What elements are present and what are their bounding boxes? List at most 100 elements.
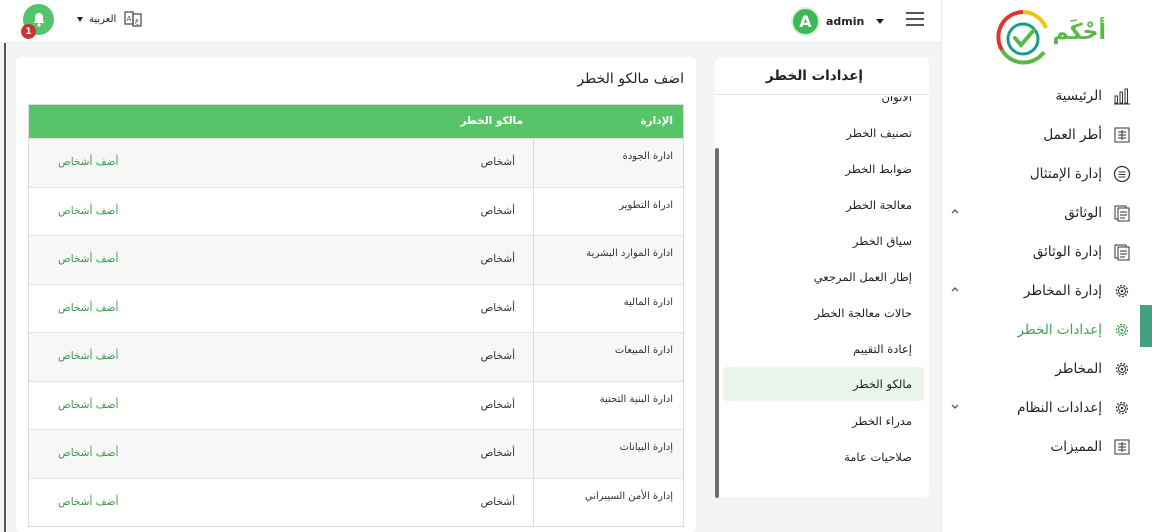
persons-cell: أشخاص	[480, 253, 515, 265]
settings-item[interactable]: تصنيف الخطر	[722, 116, 912, 150]
add-persons-link[interactable]: أضف أشخاص	[58, 496, 118, 508]
document-grid-icon	[1114, 127, 1130, 142]
department-cell: إدارة الأمن السيبراني	[533, 478, 683, 526]
add-persons-link[interactable]: أضف أشخاص	[58, 350, 118, 362]
sidebar-item-label: إعدادات النظام	[1017, 399, 1102, 416]
settings-item[interactable]: الأثوان	[722, 96, 912, 114]
settings-list: الأثوان تصنيف الخطر ضوابط الخطر معالجة ا…	[715, 96, 929, 496]
sidebar-item-risk-management[interactable]: إدارة المخاطر	[941, 271, 1152, 310]
risk-settings-panel: إعدادات الخطر الأثوان تصنيف الخطر ضوابط …	[715, 57, 929, 498]
table-row: ادارة المبيعات أشخاص أضف أشخاص	[29, 332, 683, 381]
add-persons-link[interactable]: أضف أشخاص	[58, 399, 118, 411]
list-circle-icon	[1113, 165, 1131, 182]
sidebar-item-risks[interactable]: المخاطر	[941, 349, 1152, 388]
risk-owners-table: الإدارة مالكو الخطر ادارة الجودة أشخاص أضف…	[28, 104, 684, 527]
add-persons-link[interactable]: أضف أشخاص	[58, 302, 118, 314]
sidebar-item-label: المخاطر	[1055, 360, 1102, 377]
logo-mark-icon	[996, 10, 1048, 65]
chevron-down-icon	[77, 16, 83, 22]
settings-item[interactable]: حالات معالجة الخطر	[722, 296, 912, 330]
settings-item[interactable]: مدراء الخطر	[722, 404, 912, 438]
add-persons-link[interactable]: أضف أشخاص	[58, 447, 118, 459]
column-header-department: الإدارة	[640, 115, 673, 127]
sidebar-nav: الرئيسية أطر العمل إدارة الإمتثال الوثائ…	[941, 76, 1152, 466]
bell-icon	[33, 13, 44, 27]
settings-item[interactable]: إعادة التقييم	[722, 332, 912, 366]
logo-text: أحْكَم	[1052, 20, 1106, 45]
documents-icon	[1114, 205, 1130, 221]
persons-cell: أشخاص	[480, 398, 515, 411]
sidebar-item-label: إدارة المخاطر	[1023, 282, 1102, 299]
persons-cell: أشخاص	[480, 301, 515, 314]
persons-cell: أشخاص	[480, 156, 515, 168]
table-header: الإدارة مالكو الخطر	[29, 105, 683, 138]
svg-text:ع: ع	[135, 17, 140, 25]
sidebar-item-label: الوثائق	[1064, 204, 1102, 221]
sidebar-item-compliance[interactable]: إدارة الإمتثال	[941, 154, 1152, 193]
add-persons-link[interactable]: أضف أشخاص	[58, 205, 118, 217]
settings-item[interactable]: ضوابط الخطر	[722, 152, 912, 186]
table-row: إدارة الأمن السيبراني أشخاص أضف أشخاص	[29, 477, 683, 526]
department-cell: ادارة المالية	[533, 284, 683, 332]
chevron-down-icon	[876, 18, 885, 24]
persons-cell: أشخاص	[480, 447, 515, 459]
settings-item[interactable]: صلاحيات عامة	[722, 440, 912, 474]
chevron-up-icon	[951, 209, 959, 214]
sidebar-item-features[interactable]: المميزات	[941, 427, 1152, 466]
hamburger-menu-icon[interactable]	[906, 11, 924, 27]
table-row: ادارة المالية أشخاص أضف أشخاص	[29, 283, 683, 332]
department-cell: ادارة البنية التحتية	[533, 381, 683, 429]
sidebar-item-document-management[interactable]: إدارة الوثائق	[941, 232, 1152, 271]
sidebar: أحْكَم الرئيسية أطر العمل إدارة الإمتثال…	[941, 0, 1152, 532]
avatar: A	[791, 6, 820, 36]
add-persons-link[interactable]: أضف أشخاص	[58, 156, 118, 168]
sidebar-item-frameworks[interactable]: أطر العمل	[941, 115, 1152, 154]
settings-item[interactable]: سياق الخطر	[722, 224, 912, 258]
translate-icon: A ع	[124, 11, 142, 27]
table-row: ادارة البنية التحتية أشخاص أضف أشخاص	[29, 380, 683, 429]
notification-badge: 1	[21, 24, 36, 39]
settings-item[interactable]: معالجة الخطر	[722, 188, 912, 222]
table-row: ادراة التطوير أشخاص أضف أشخاص	[29, 186, 683, 235]
svg-text:A: A	[127, 15, 132, 23]
language-label: العربية	[89, 13, 117, 25]
language-selector[interactable]: العربية A ع	[77, 10, 142, 28]
table-row: إدارة البيانات أشخاص أضف أشخاص	[29, 429, 683, 478]
add-persons-link[interactable]: أضف أشخاص	[58, 253, 118, 265]
persons-cell: أشخاص	[480, 495, 515, 508]
user-menu[interactable]: A admin	[791, 5, 885, 37]
document-grid-icon	[1114, 439, 1130, 454]
department-cell: ادارة المبيعات	[533, 333, 683, 381]
panel-title: إعدادات الخطر	[715, 57, 929, 95]
sidebar-item-documents[interactable]: الوثائق	[941, 193, 1152, 232]
chevron-down-icon	[951, 404, 959, 409]
department-cell: ادارة الموارد البشرية	[533, 236, 683, 284]
username: admin	[826, 14, 865, 28]
department-cell: ادراة التطوير	[533, 187, 683, 235]
sidebar-item-label: إدارة الوثائق	[1032, 243, 1102, 260]
sidebar-item-label: إعدادات الخطر	[1017, 321, 1102, 338]
sidebar-item-system-settings[interactable]: إعدادات النظام	[941, 388, 1152, 427]
persons-cell: أشخاص	[480, 350, 515, 362]
gear-icon	[1115, 323, 1129, 336]
persons-cell: أشخاص	[480, 204, 515, 217]
sidebar-item-home[interactable]: الرئيسية	[941, 76, 1152, 115]
chevron-up-icon	[951, 287, 959, 292]
top-bar: 1 العربية A ع A admin	[0, 0, 941, 43]
settings-item[interactable]: إطار العمل المرجعي	[722, 260, 912, 294]
table-row: ادارة الموارد البشرية أشخاص أضف أشخاص	[29, 235, 683, 284]
settings-item-risk-owners[interactable]: مالكو الخطر	[723, 367, 924, 401]
department-cell: إدارة البيانات	[533, 430, 683, 478]
sidebar-item-label: أطر العمل	[1043, 126, 1102, 143]
sidebar-item-label: إدارة الإمتثال	[1029, 165, 1102, 182]
divider	[4, 43, 6, 532]
sidebar-item-risk-settings[interactable]: إعدادات الخطر	[941, 310, 1152, 349]
sidebar-item-label: المميزات	[1050, 438, 1102, 455]
scrollbar[interactable]	[715, 148, 719, 498]
table-body: ادارة الجودة أشخاص أضف أشخاص ادراة التطوير أ…	[29, 138, 683, 526]
documents-icon	[1114, 244, 1130, 260]
main-card: اضف مالكو الخطر الإدارة مالكو الخطر ادار…	[16, 57, 696, 532]
gear-icon	[1115, 401, 1129, 414]
column-header-owners: مالكو الخطر	[460, 115, 523, 127]
gear-icon	[1115, 284, 1129, 297]
